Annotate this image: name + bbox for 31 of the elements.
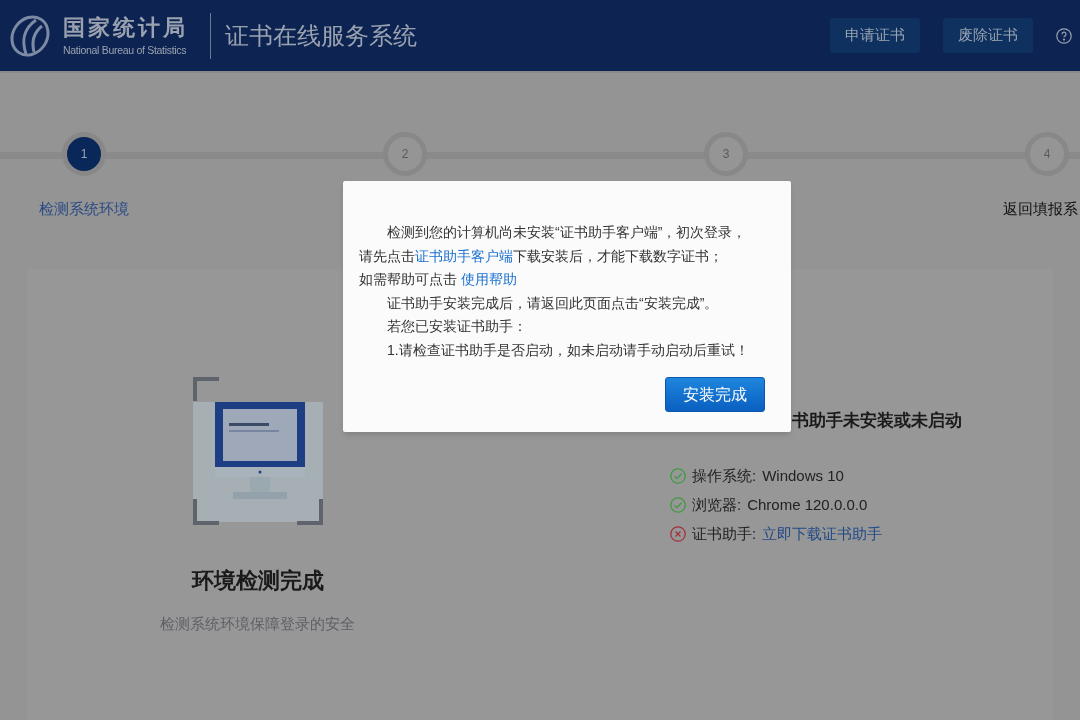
step-number: 3: [722, 146, 730, 163]
step-label: 检测系统环境: [39, 199, 129, 219]
check-circle-icon: [670, 496, 686, 513]
check-value: Windows 10: [762, 465, 844, 486]
help-icon[interactable]: [1056, 27, 1072, 44]
download-link[interactable]: 立即下载证书助手: [762, 523, 883, 544]
header-button[interactable]: 申请证书: [830, 18, 920, 53]
notice-text: 1.请检查证书助手是否启动，如未启动请手动启动后重试！: [386, 340, 750, 360]
right-heading: 书助手未安装或未启动: [792, 410, 962, 432]
logo-subtitle: National Bureau of Statistics: [63, 42, 188, 58]
help-link[interactable]: 证书助手客户端: [415, 247, 513, 264]
x-circle-icon: [670, 525, 686, 542]
install-complete-button[interactable]: 安装完成: [665, 377, 765, 412]
notice-text: 检测到您的计算机尚未安装“证书助手客户端”，初次登录， 请先点击证书助手客户端下载安装后，才能下载数字证书；: [359, 223, 748, 266]
header-button[interactable]: 废除证书: [943, 18, 1033, 53]
step-number: 2: [401, 146, 409, 163]
notice-text: 如需帮助可点击 使用帮助: [359, 270, 518, 289]
notice-text: 若您已安装证书助手：: [386, 317, 528, 336]
check-circle-icon: [670, 467, 686, 484]
step-number: 1: [80, 146, 88, 163]
check-label: 证书助手:: [692, 523, 757, 544]
step-label: 返回填报系: [1003, 199, 1078, 219]
system-title: 证书在线服务系统: [225, 20, 417, 51]
help-link[interactable]: 使用帮助: [460, 271, 517, 287]
left-title: 环境检测完成: [191, 567, 324, 595]
check-label: 浏览器:: [692, 494, 742, 515]
notice-text: 证书助手安装完成后，请返回此页面点击“安装完成”。: [386, 293, 720, 313]
logo-title: 国家统计局: [63, 13, 188, 42]
check-label: 操作系统:: [692, 465, 757, 486]
check-value: Chrome 120.0.0.0: [747, 494, 868, 515]
step-number: 4: [1043, 146, 1051, 163]
